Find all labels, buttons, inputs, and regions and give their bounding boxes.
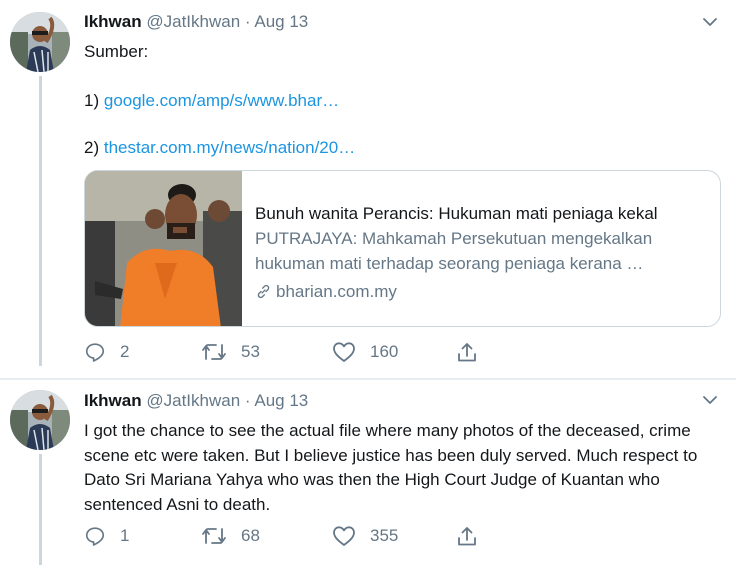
chevron-down-icon[interactable] bbox=[702, 392, 718, 408]
tweet-header: Ikhwan @JatIkhwan · Aug 13 bbox=[84, 12, 308, 32]
tweet[interactable]: Ikhwan @JatIkhwan · Aug 13 Sumber: 1) go… bbox=[0, 0, 736, 380]
like-button[interactable]: 355 bbox=[332, 524, 398, 548]
tweet[interactable]: Ikhwan @JatIkhwan · Aug 13 I got the cha… bbox=[0, 380, 736, 565]
card-domain-text: bharian.com.my bbox=[276, 282, 397, 301]
card-domain: bharian.com.my bbox=[255, 279, 710, 304]
share-icon bbox=[458, 527, 476, 546]
card-title: Bunuh wanita Perancis: Hukuman mati peni… bbox=[255, 204, 658, 223]
retweet-icon bbox=[202, 528, 226, 544]
card-description: PUTRAJAYA: Mahkamah Persekutuan mengekal… bbox=[255, 229, 653, 273]
like-count: 160 bbox=[370, 342, 399, 361]
reply-icon bbox=[85, 343, 105, 362]
card-thumbnail bbox=[85, 171, 242, 326]
retweet-count: 68 bbox=[241, 526, 260, 545]
author-handle[interactable]: @JatIkhwan bbox=[146, 391, 240, 410]
like-button[interactable]: 160 bbox=[332, 340, 398, 364]
tweet-text: Sumber: bbox=[84, 42, 149, 61]
tweet-date[interactable]: Aug 13 bbox=[254, 391, 308, 410]
card-text-block: Bunuh wanita Perancis: Hukuman mati peni… bbox=[255, 201, 710, 304]
share-button[interactable] bbox=[456, 524, 478, 548]
reply-button[interactable]: 1 bbox=[84, 524, 129, 548]
share-icon bbox=[458, 343, 476, 362]
retweet-button[interactable]: 68 bbox=[201, 524, 260, 548]
reply-count: 1 bbox=[120, 526, 130, 545]
avatar[interactable] bbox=[10, 390, 70, 450]
source-url-link[interactable]: thestar.com.my/news/nation/20… bbox=[104, 138, 355, 157]
retweet-count: 53 bbox=[241, 342, 260, 361]
link-icon bbox=[257, 284, 270, 299]
source-link-1: 1) google.com/amp/s/www.bhar… bbox=[84, 89, 339, 112]
source-url-link[interactable]: google.com/amp/s/www.bhar… bbox=[104, 91, 339, 110]
link-prefix: 1) bbox=[84, 91, 100, 110]
author-name[interactable]: Ikhwan bbox=[84, 12, 142, 31]
retweet-icon bbox=[202, 344, 226, 360]
header-separator: · bbox=[244, 12, 251, 31]
retweet-button[interactable]: 53 bbox=[201, 340, 260, 364]
reply-icon bbox=[85, 527, 105, 546]
avatar[interactable] bbox=[10, 12, 70, 72]
tweet-date[interactable]: Aug 13 bbox=[254, 12, 308, 31]
tweet-text: I got the chance to see the actual file … bbox=[84, 421, 698, 514]
source-link-2: 2) thestar.com.my/news/nation/20… bbox=[84, 136, 355, 159]
reply-count: 2 bbox=[120, 342, 130, 361]
reply-button[interactable]: 2 bbox=[84, 340, 129, 364]
like-count: 355 bbox=[370, 526, 399, 545]
author-handle[interactable]: @JatIkhwan bbox=[146, 12, 240, 31]
link-prefix: 2) bbox=[84, 138, 100, 157]
header-separator: · bbox=[244, 391, 251, 410]
heart-icon bbox=[333, 526, 355, 546]
author-name[interactable]: Ikhwan bbox=[84, 391, 142, 410]
chevron-down-icon[interactable] bbox=[702, 14, 718, 30]
heart-icon bbox=[333, 342, 355, 362]
share-button[interactable] bbox=[456, 340, 478, 364]
link-preview-card[interactable]: Bunuh wanita Perancis: Hukuman mati peni… bbox=[84, 170, 721, 327]
tweet-header: Ikhwan @JatIkhwan · Aug 13 bbox=[84, 391, 308, 411]
